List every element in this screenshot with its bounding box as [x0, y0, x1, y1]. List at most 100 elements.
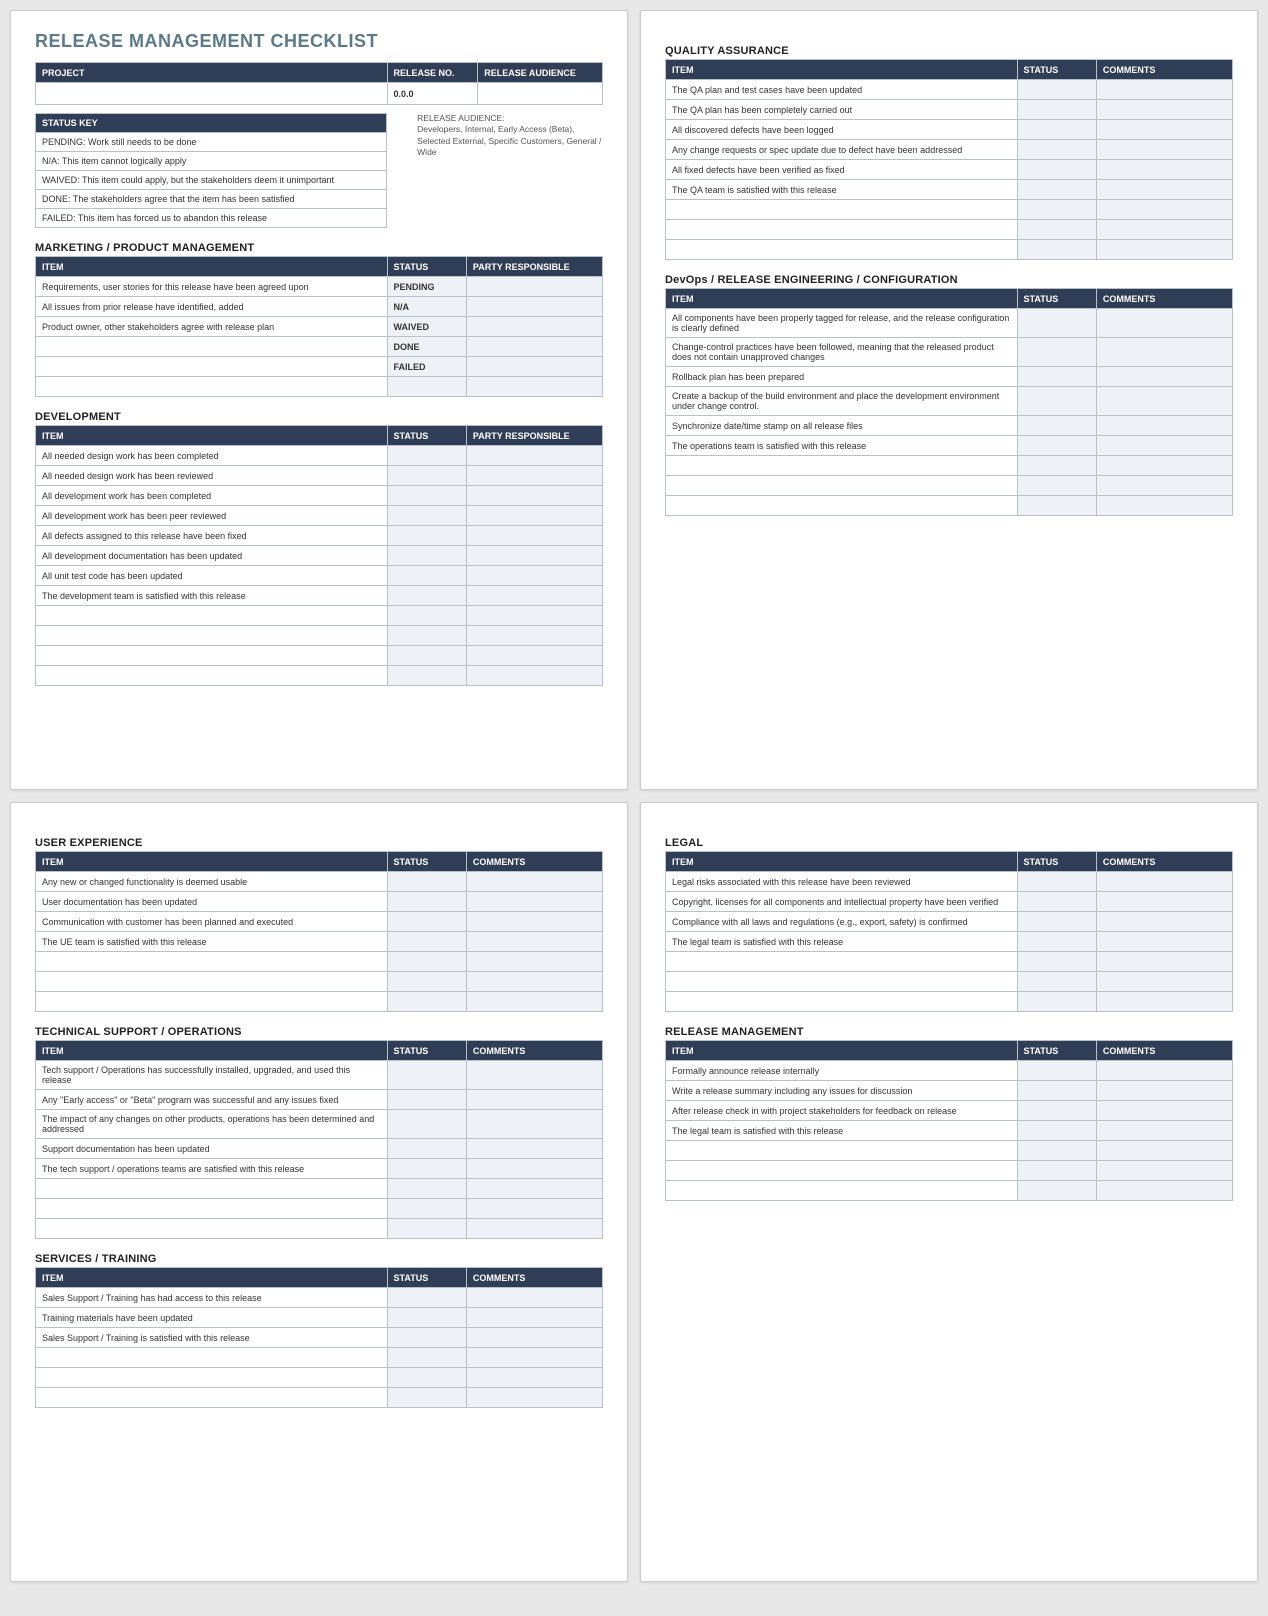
comments-cell[interactable] [466, 952, 602, 972]
status-cell[interactable] [387, 912, 466, 932]
status-cell[interactable]: DONE [387, 337, 466, 357]
item-cell[interactable] [666, 496, 1018, 516]
item-cell[interactable]: Sales Support / Training is satisfied wi… [36, 1328, 388, 1348]
status-cell[interactable]: N/A [387, 297, 466, 317]
release-no-value[interactable]: 0.0.0 [387, 83, 478, 105]
status-cell[interactable] [387, 546, 466, 566]
item-cell[interactable] [666, 1161, 1018, 1181]
item-cell[interactable] [36, 666, 388, 686]
comments-cell[interactable] [1096, 140, 1232, 160]
comments-cell[interactable] [466, 912, 602, 932]
item-cell[interactable]: All development work has been completed [36, 486, 388, 506]
item-cell[interactable]: All unit test code has been updated [36, 566, 388, 586]
item-cell[interactable]: Requirements, user stories for this rele… [36, 277, 388, 297]
item-cell[interactable]: The impact of any changes on other produ… [36, 1110, 388, 1139]
status-cell[interactable] [387, 892, 466, 912]
status-cell[interactable] [387, 932, 466, 952]
party-cell[interactable] [466, 606, 602, 626]
comments-cell[interactable] [1096, 338, 1232, 367]
status-cell[interactable] [1017, 180, 1096, 200]
item-cell[interactable] [36, 1199, 388, 1219]
status-cell[interactable] [387, 626, 466, 646]
item-cell[interactable] [666, 220, 1018, 240]
comments-cell[interactable] [466, 1308, 602, 1328]
item-cell[interactable]: The development team is satisfied with t… [36, 586, 388, 606]
item-cell[interactable]: All issues from prior release have ident… [36, 297, 388, 317]
party-cell[interactable] [466, 277, 602, 297]
party-cell[interactable] [466, 337, 602, 357]
item-cell[interactable]: After release check in with project stak… [666, 1101, 1018, 1121]
status-cell[interactable] [1017, 476, 1096, 496]
status-cell[interactable] [1017, 456, 1096, 476]
item-cell[interactable]: Rollback plan has been prepared [666, 367, 1018, 387]
item-cell[interactable]: All defects assigned to this release hav… [36, 526, 388, 546]
comments-cell[interactable] [1096, 1121, 1232, 1141]
item-cell[interactable]: Training materials have been updated [36, 1308, 388, 1328]
status-cell[interactable] [387, 872, 466, 892]
status-cell[interactable] [387, 1219, 466, 1239]
item-cell[interactable] [36, 972, 388, 992]
item-cell[interactable]: The tech support / operations teams are … [36, 1159, 388, 1179]
comments-cell[interactable] [466, 892, 602, 912]
item-cell[interactable] [36, 626, 388, 646]
comments-cell[interactable] [1096, 240, 1232, 260]
status-cell[interactable] [1017, 387, 1096, 416]
status-cell[interactable] [387, 1110, 466, 1139]
item-cell[interactable]: Synchronize date/time stamp on all relea… [666, 416, 1018, 436]
status-cell[interactable] [387, 1139, 466, 1159]
item-cell[interactable] [36, 952, 388, 972]
comments-cell[interactable] [466, 1110, 602, 1139]
comments-cell[interactable] [1096, 1181, 1232, 1201]
status-cell[interactable] [387, 646, 466, 666]
status-cell[interactable] [1017, 309, 1096, 338]
comments-cell[interactable] [1096, 80, 1232, 100]
item-cell[interactable] [36, 1348, 388, 1368]
party-cell[interactable] [466, 317, 602, 337]
item-cell[interactable]: All needed design work has been complete… [36, 446, 388, 466]
item-cell[interactable]: All discovered defects have been logged [666, 120, 1018, 140]
item-cell[interactable] [36, 606, 388, 626]
comments-cell[interactable] [1096, 476, 1232, 496]
item-cell[interactable]: Communication with customer has been pla… [36, 912, 388, 932]
party-cell[interactable] [466, 486, 602, 506]
status-cell[interactable] [1017, 1081, 1096, 1101]
comments-cell[interactable] [466, 1139, 602, 1159]
status-cell[interactable] [387, 992, 466, 1012]
status-cell[interactable] [1017, 338, 1096, 367]
party-cell[interactable] [466, 446, 602, 466]
status-cell[interactable] [387, 1199, 466, 1219]
comments-cell[interactable] [466, 1348, 602, 1368]
item-cell[interactable]: Support documentation has been updated [36, 1139, 388, 1159]
item-cell[interactable] [666, 952, 1018, 972]
item-cell[interactable] [36, 1388, 388, 1408]
item-cell[interactable]: All fixed defects have been verified as … [666, 160, 1018, 180]
comments-cell[interactable] [1096, 200, 1232, 220]
status-cell[interactable] [1017, 220, 1096, 240]
party-cell[interactable] [466, 566, 602, 586]
comments-cell[interactable] [1096, 436, 1232, 456]
item-cell[interactable] [666, 1181, 1018, 1201]
status-cell[interactable] [1017, 140, 1096, 160]
item-cell[interactable] [666, 992, 1018, 1012]
comments-cell[interactable] [1096, 120, 1232, 140]
status-cell[interactable] [1017, 1141, 1096, 1161]
party-cell[interactable] [466, 297, 602, 317]
status-cell[interactable] [387, 952, 466, 972]
status-cell[interactable] [387, 1368, 466, 1388]
status-cell[interactable] [387, 1090, 466, 1110]
item-cell[interactable]: The UE team is satisfied with this relea… [36, 932, 388, 952]
item-cell[interactable] [666, 1141, 1018, 1161]
item-cell[interactable]: User documentation has been updated [36, 892, 388, 912]
status-cell[interactable] [1017, 367, 1096, 387]
party-cell[interactable] [466, 357, 602, 377]
item-cell[interactable]: All development documentation has been u… [36, 546, 388, 566]
item-cell[interactable]: All needed design work has been reviewed [36, 466, 388, 486]
status-cell[interactable] [387, 446, 466, 466]
item-cell[interactable]: The QA team is satisfied with this relea… [666, 180, 1018, 200]
comments-cell[interactable] [1096, 1081, 1232, 1101]
release-audience-value[interactable] [478, 83, 603, 105]
item-cell[interactable]: All development work has been peer revie… [36, 506, 388, 526]
status-cell[interactable] [1017, 120, 1096, 140]
status-cell[interactable] [387, 1388, 466, 1408]
comments-cell[interactable] [1096, 220, 1232, 240]
